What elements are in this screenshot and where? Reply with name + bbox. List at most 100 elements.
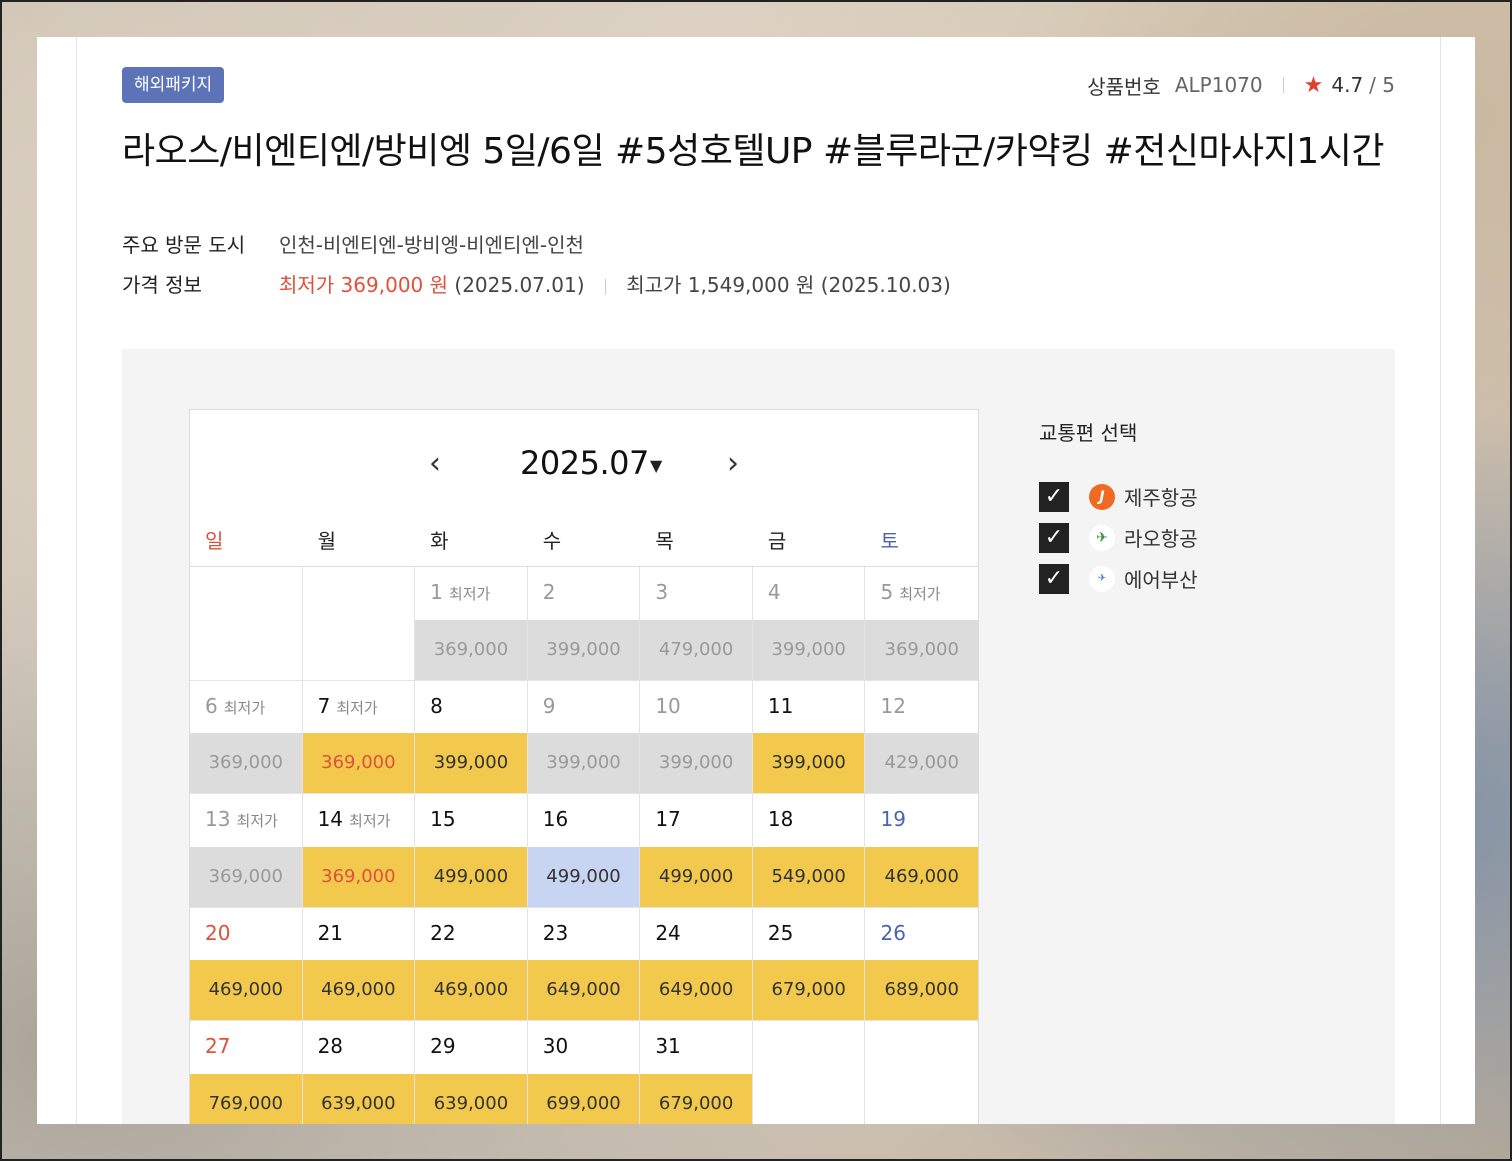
day-price[interactable]: 769,000 [190, 1073, 302, 1124]
product-code-label: 상품번호 [1087, 74, 1161, 99]
day-price[interactable]: 499,000 [640, 846, 752, 907]
day-number-text: 21 [317, 920, 344, 945]
airline-name: 제주항공 [1124, 486, 1198, 510]
calendar-day[interactable]: 2 399,000 [527, 567, 641, 681]
day-number-text: 10 [655, 693, 681, 718]
day-price[interactable]: 399,000 [527, 619, 640, 680]
calendar-day[interactable]: 19 469,000 [865, 794, 979, 908]
airline-logo-icon: ✈ [1089, 524, 1115, 551]
day-number: 9 [543, 694, 556, 718]
day-price[interactable]: 649,000 [640, 960, 752, 1020]
calendar-day[interactable]: 21 469,000 [302, 907, 416, 1021]
day-price[interactable]: 369,000 [190, 733, 302, 793]
day-number-text: 15 [430, 807, 456, 831]
day-price[interactable]: 649,000 [527, 960, 640, 1020]
calendar-day[interactable]: 13 최저가 369,000 [190, 794, 303, 908]
calendar-day[interactable]: 23 649,000 [527, 907, 641, 1021]
day-number-text: 1 [430, 580, 443, 604]
calendar-day[interactable]: 5 최저가 369,000 [865, 567, 979, 681]
airline-option[interactable]: ✓ J 제주항공 [1039, 476, 1198, 517]
calendar-day[interactable]: 18 549,000 [752, 794, 866, 908]
day-price[interactable]: 499,000 [415, 846, 527, 907]
day-price[interactable]: 369,000 [865, 619, 979, 680]
caret-down-icon[interactable]: ▼ [650, 456, 662, 475]
transport-selector: 교통편 선택 ✓ J 제주항공 ✓ ✈ 라오항공 ✓ ✈ 에어부산 [1039, 417, 1198, 599]
calendar-day[interactable]: 9 399,000 [527, 680, 641, 794]
day-number: 25 [768, 921, 793, 945]
airline-option[interactable]: ✓ ✈ 라오항공 [1039, 517, 1198, 558]
calendar-day[interactable]: 29 639,000 [415, 1021, 528, 1124]
calendar-day[interactable]: 6 최저가 369,000 [190, 680, 303, 794]
day-number-text: 5 [880, 580, 894, 604]
day-price[interactable]: 469,000 [865, 846, 979, 907]
day-number-text: 25 [767, 920, 794, 945]
day-price[interactable]: 469,000 [302, 960, 415, 1020]
day-price[interactable]: 699,000 [527, 1073, 640, 1124]
calendar-day[interactable]: 22 469,000 [415, 907, 528, 1021]
lowest-price-tag: 최저가 [223, 698, 266, 717]
day-number: 14 최저가 [318, 807, 391, 831]
day-price[interactable]: 639,000 [302, 1073, 415, 1124]
checkbox-checked-icon[interactable]: ✓ [1039, 563, 1069, 594]
calendar-day[interactable]: 8 399,000 [415, 680, 528, 794]
price-row: 가격 정보 최저가 369,000 원 (2025.07.01) 최고가 1,5… [122, 269, 951, 298]
day-number-text: 24 [655, 920, 681, 945]
day-price[interactable]: 399,000 [527, 733, 640, 793]
price-values: 최저가 369,000 원 (2025.07.01) 최고가 1,549,000… [279, 269, 951, 298]
day-price[interactable]: 399,000 [640, 733, 752, 793]
weekday-label: 일 [205, 529, 224, 553]
chevron-left-icon[interactable]: ‹ [420, 446, 450, 482]
calendar-day[interactable]: 15 499,000 [415, 794, 528, 908]
day-price[interactable]: 399,000 [415, 733, 527, 793]
calendar-day[interactable]: 31 679,000 [640, 1021, 753, 1124]
day-price[interactable]: 499,000 [527, 846, 640, 907]
day-price[interactable]: 679,000 [752, 960, 865, 1020]
calendar-day[interactable]: 26 689,000 [865, 908, 979, 1021]
day-number: 12 [880, 694, 905, 718]
lowest-price-tag: 최저가 [899, 585, 941, 603]
day-price[interactable]: 369,000 [302, 733, 415, 793]
calendar-day[interactable]: 4 399,000 [752, 567, 866, 681]
calendar-day[interactable]: 27 769,000 [190, 1021, 303, 1124]
day-price[interactable]: 369,000 [415, 619, 527, 680]
calendar-day[interactable]: 1 최저가 369,000 [415, 567, 528, 681]
calendar-day[interactable]: 3 479,000 [640, 567, 753, 681]
day-price[interactable]: 679,000 [640, 1073, 752, 1124]
calendar-day[interactable]: 11 399,000 [752, 680, 866, 794]
day-price[interactable]: 469,000 [415, 960, 527, 1020]
checkbox-checked-icon[interactable]: ✓ [1039, 481, 1069, 512]
chevron-right-icon[interactable]: › [718, 446, 748, 482]
calendar-day[interactable]: 12 429,000 [865, 681, 979, 794]
calendar-header: ‹ 2025.07 ▼ › [190, 410, 978, 520]
day-price[interactable]: 369,000 [190, 846, 302, 907]
calendar-day[interactable]: 14 최저가 369,000 [302, 794, 416, 908]
day-price[interactable]: 429,000 [865, 733, 979, 793]
airline-option[interactable]: ✓ ✈ 에어부산 [1039, 558, 1198, 599]
day-price[interactable]: 369,000 [302, 846, 415, 907]
day-number-text: 29 [430, 1034, 456, 1058]
calendar-day[interactable]: 20 469,000 [190, 907, 303, 1021]
calendar-day[interactable]: 16 499,000 [527, 794, 641, 908]
day-number: 5 최저가 [880, 580, 940, 604]
day-price[interactable]: 689,000 [865, 960, 979, 1020]
day-price[interactable]: 469,000 [190, 960, 302, 1020]
checkbox-checked-icon[interactable]: ✓ [1039, 522, 1069, 553]
day-price[interactable]: 639,000 [415, 1073, 527, 1124]
calendar-day[interactable]: 24 649,000 [640, 907, 753, 1021]
calendar-day[interactable]: 25 679,000 [752, 907, 866, 1021]
calendar-day[interactable]: 10 399,000 [640, 680, 753, 794]
calendar-day[interactable]: 30 699,000 [527, 1021, 641, 1124]
day-price[interactable]: 479,000 [640, 619, 752, 680]
calendar-day[interactable]: 17 499,000 [640, 794, 753, 908]
day-price[interactable]: 399,000 [752, 733, 865, 793]
day-price[interactable]: 399,000 [752, 619, 865, 680]
month-selector[interactable]: 2025.07 [520, 444, 649, 482]
calendar-day[interactable]: 7 최저가 369,000 [302, 680, 416, 794]
transport-title: 교통편 선택 [1039, 421, 1138, 445]
day-number-text: 20 [205, 920, 231, 945]
day-number-text: 6 [205, 693, 218, 718]
calendar-day[interactable]: 28 639,000 [302, 1021, 416, 1124]
day-number: 3 [655, 580, 668, 604]
day-number-text: 7 [317, 693, 331, 718]
day-price[interactable]: 549,000 [752, 846, 865, 907]
